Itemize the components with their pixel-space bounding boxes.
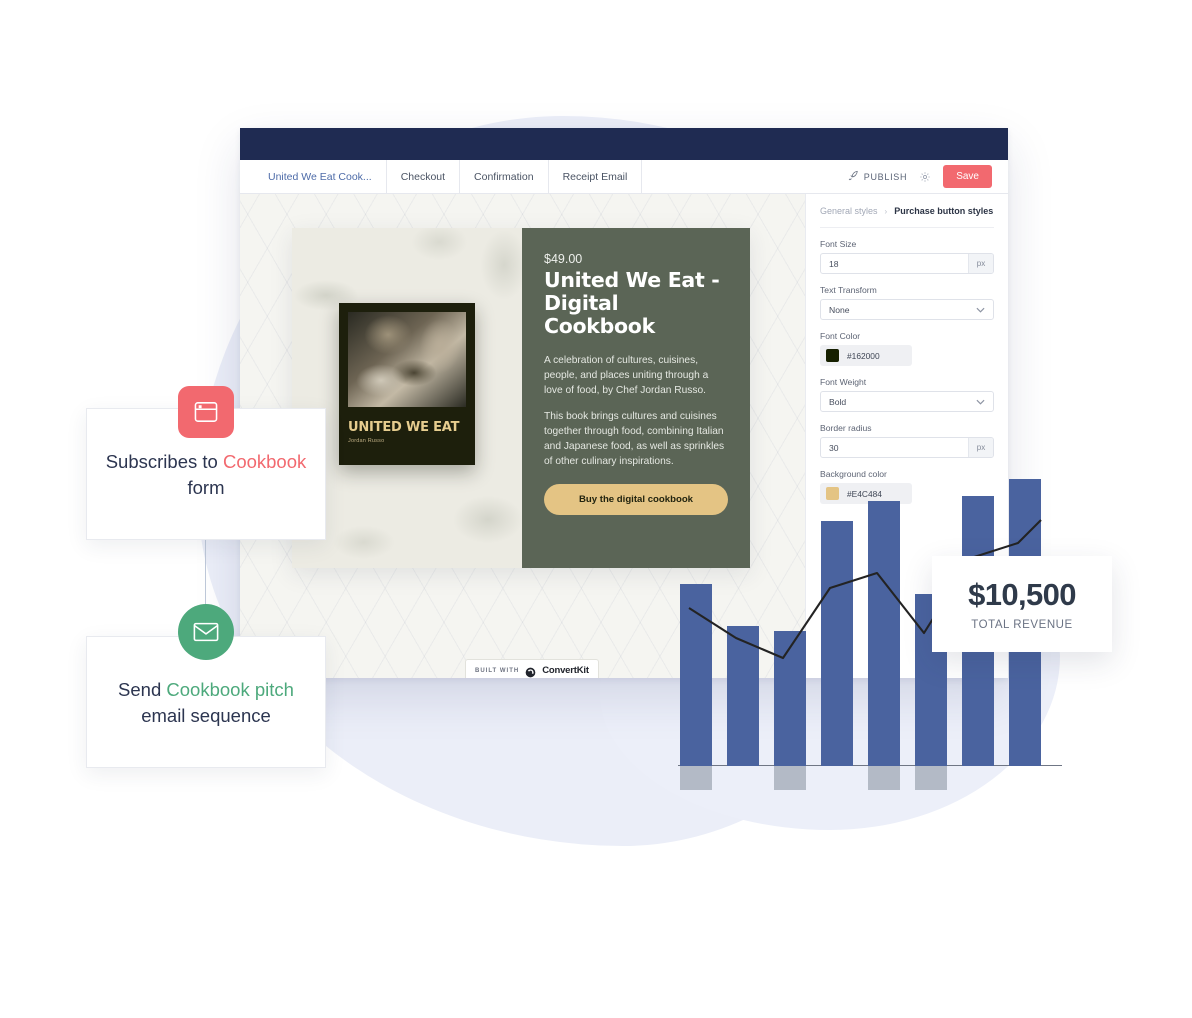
flow-text-highlight: Cookbook pitch <box>166 679 294 700</box>
font-color-hex: #162000 <box>847 350 880 361</box>
total-revenue-value: $10,500 <box>968 577 1076 612</box>
border-radius-input-row[interactable]: px <box>820 437 994 458</box>
book-cover-title: UNITED WE EAT <box>348 420 460 435</box>
save-button[interactable]: Save <box>943 165 992 188</box>
font-size-input[interactable] <box>821 254 968 273</box>
envelope-icon <box>178 604 234 660</box>
field-label: Font Weight <box>820 377 867 387</box>
field-border-radius: Border radius px <box>820 423 994 458</box>
tab-confirmation[interactable]: Confirmation <box>460 160 549 193</box>
flow-text-after: form <box>187 477 225 499</box>
book-cover-author: Jordan Russo <box>348 438 385 444</box>
field-font-weight: Font Weight Bold <box>820 377 994 412</box>
field-label: Border radius <box>820 423 872 433</box>
breadcrumb-general-styles[interactable]: General styles <box>820 206 878 216</box>
tab-bar-spacer <box>642 160 837 193</box>
tab-bar-actions: PUBLISH Save <box>838 160 1008 193</box>
convertkit-brand-name: ConvertKit <box>542 665 589 676</box>
product-description-1: A celebration of cultures, cuisines, peo… <box>544 354 709 397</box>
chevron-right-icon: › <box>884 206 888 216</box>
convertkit-logo-icon <box>525 665 536 678</box>
text-transform-value: None <box>829 304 850 315</box>
field-label: Font Size <box>820 239 857 249</box>
font-size-unit: px <box>968 254 993 273</box>
border-radius-input[interactable] <box>821 438 968 457</box>
border-radius-unit: px <box>968 438 993 457</box>
text-transform-select[interactable]: None <box>820 299 994 320</box>
breadcrumb: General styles › Purchase button styles <box>820 206 994 228</box>
window-titlebar <box>240 128 1008 160</box>
field-label: Text Transform <box>820 285 877 295</box>
background-color-hex: #E4C484 <box>847 488 882 499</box>
flow-connector-line <box>205 540 206 606</box>
font-size-input-row[interactable]: px <box>820 253 994 274</box>
flow-step-text: Subscribes to Cookbook form <box>87 449 325 502</box>
flow-text-after: email sequence <box>141 705 271 727</box>
font-weight-value: Bold <box>829 396 847 407</box>
publish-label: PUBLISH <box>863 171 908 182</box>
product-image-panel: UNITED WE EAT Jordan Russo <box>292 228 522 568</box>
product-description-2: This book brings cultures and cuisines t… <box>544 411 725 468</box>
font-color-swatch[interactable] <box>826 349 839 362</box>
total-revenue-label: TOTAL REVENUE <box>971 619 1073 631</box>
field-font-color: Font Color #162000 <box>820 331 994 366</box>
built-with-label: BUILT WITH <box>475 667 520 674</box>
gear-icon[interactable] <box>919 171 931 183</box>
screenshot-stage: United We Eat Cook... Checkout Confirmat… <box>0 0 1192 1018</box>
field-font-size: Font Size px <box>820 239 994 274</box>
field-text-transform: Text Transform None <box>820 285 994 320</box>
chevron-down-icon <box>976 305 985 315</box>
field-label: Background color <box>820 469 887 479</box>
product-title: United We Eat - Digital Cookbook <box>544 268 720 338</box>
tab-product-page[interactable]: United We Eat Cook... <box>240 160 387 193</box>
tab-checkout[interactable]: Checkout <box>387 160 461 193</box>
built-with-badge[interactable]: BUILT WITH ConvertKit <box>465 659 599 678</box>
flow-text-before: Subscribes to <box>105 451 223 472</box>
font-weight-select[interactable]: Bold <box>820 391 994 412</box>
publish-button[interactable]: PUBLISH <box>848 170 907 183</box>
breadcrumb-current: Purchase button styles <box>894 206 994 216</box>
flow-text-before: Send <box>118 679 167 700</box>
tab-receipt-email[interactable]: Receipt Email <box>549 160 643 193</box>
form-window-icon <box>178 386 234 438</box>
chevron-down-icon <box>976 397 985 407</box>
book-cover: UNITED WE EAT Jordan Russo <box>339 303 475 465</box>
total-revenue-card: $10,500 TOTAL REVENUE <box>932 556 1112 652</box>
product-price: $49.00 <box>544 252 583 266</box>
font-color-picker[interactable]: #162000 <box>820 345 912 366</box>
book-cover-photo <box>348 312 466 407</box>
rocket-icon <box>848 170 859 183</box>
tab-bar: United We Eat Cook... Checkout Confirmat… <box>240 160 1008 194</box>
flow-text-highlight: Cookbook <box>222 451 307 472</box>
field-label: Font Color <box>820 331 861 341</box>
flow-step-text: Send Cookbook pitch email sequence <box>87 677 325 730</box>
